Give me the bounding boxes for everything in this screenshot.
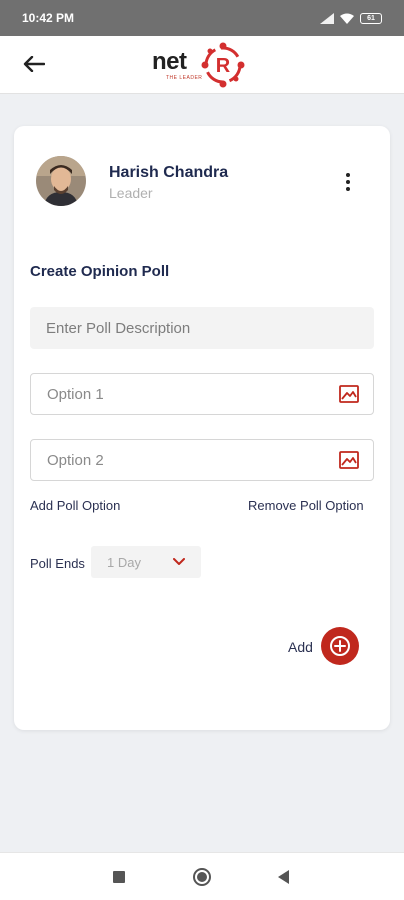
back-button[interactable] (20, 50, 48, 78)
poll-option-2-input[interactable] (31, 440, 321, 480)
poll-duration-select[interactable]: 1 Day (91, 546, 201, 578)
page-title: Create Opinion Poll (30, 263, 170, 280)
more-dot (346, 180, 350, 184)
app-logo: net THE LEADER R (152, 40, 252, 90)
system-nav-bar (0, 852, 404, 900)
user-name: Harish Chandra (109, 164, 229, 181)
poll-option-1-input[interactable] (31, 374, 321, 414)
logo-mark-icon: R (201, 42, 245, 88)
system-back-icon[interactable] (278, 870, 289, 884)
poll-option-2 (30, 439, 374, 481)
avatar[interactable] (36, 156, 86, 206)
logo-mark-letter: R (216, 55, 231, 77)
more-dot (346, 173, 350, 177)
recent-apps-icon[interactable] (113, 871, 125, 883)
poll-duration-value: 1 Day (107, 554, 141, 570)
status-time: 10:42 PM (22, 11, 75, 25)
add-poll-option-link[interactable]: Add Poll Option (30, 498, 120, 513)
image-icon[interactable] (339, 385, 359, 403)
remove-poll-option-link[interactable]: Remove Poll Option (248, 498, 364, 513)
battery-icon: 61 (360, 12, 382, 24)
avatar-image (36, 156, 86, 206)
poll-ends-label: Poll Ends (30, 556, 85, 571)
signal-icon (320, 12, 334, 24)
add-label[interactable]: Add (288, 639, 313, 655)
plus-circle-icon (330, 636, 350, 656)
status-icons: 61 (320, 12, 382, 24)
poll-description-input[interactable] (30, 307, 374, 349)
app-bar: net THE LEADER R (0, 36, 404, 94)
status-bar: 10:42 PM 61 (0, 0, 404, 36)
more-vertical-icon[interactable] (336, 170, 360, 194)
poll-option-1 (30, 373, 374, 415)
chevron-down-icon (173, 558, 185, 565)
home-icon[interactable] (193, 868, 211, 886)
arrow-left-icon (23, 56, 45, 72)
more-dot (346, 187, 350, 191)
add-poll-button[interactable] (321, 627, 359, 665)
home-dot (197, 872, 207, 882)
create-poll-card: Harish Chandra Leader Create Opinion Pol… (14, 126, 390, 730)
battery-level: 61 (367, 14, 375, 22)
image-icon[interactable] (339, 451, 359, 469)
wifi-icon (340, 13, 354, 24)
user-role: Leader (109, 185, 153, 201)
logo-text: net (152, 48, 187, 75)
